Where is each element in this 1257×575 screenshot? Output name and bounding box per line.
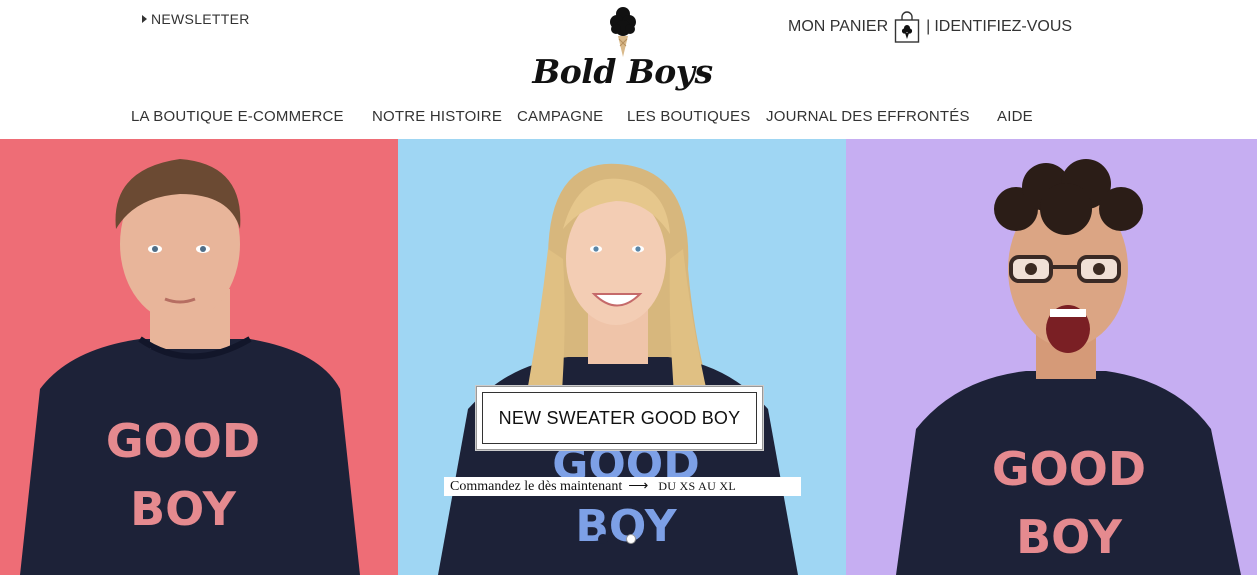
brand-logo[interactable]: Bold Boys <box>530 0 715 100</box>
svg-text:GOOD: GOOD <box>106 414 260 468</box>
nav-item-journal[interactable]: JOURNAL DES EFFRONTÉS <box>766 108 970 125</box>
svg-text:BOY: BOY <box>130 482 237 536</box>
newsletter-label: NEWSLETTER <box>151 11 250 27</box>
sizes-text: DU XS AU XL <box>658 479 736 493</box>
main-nav: LA BOUTIQUE E-COMMERCE NOTRE HISTOIRE CA… <box>0 108 1257 128</box>
carousel-dot[interactable] <box>598 534 608 544</box>
order-text: Commandez le dès maintenant <box>450 478 623 494</box>
nav-item-boutique-ecommerce[interactable]: LA BOUTIQUE E-COMMERCE <box>131 108 344 125</box>
nav-item-les-boutiques[interactable]: LES BOUTIQUES <box>627 108 750 125</box>
hero-banner[interactable]: GOOD BOY GOOD BOY GOOD BOY NEW SWEATER G… <box>0 139 1257 575</box>
svg-text:BOY: BOY <box>1016 510 1123 564</box>
carousel-dots <box>598 534 636 544</box>
newsletter-link[interactable]: NEWSLETTER <box>142 11 250 27</box>
caret-right-icon <box>142 15 147 23</box>
account-bar: MON PANIER | IDENTIFIEZ-VOUS <box>788 9 1072 45</box>
model-photo-glasses-man: GOOD BOY <box>846 139 1257 575</box>
ice-cream-cone-icon <box>610 7 636 57</box>
hero-panel-purple: GOOD BOY <box>846 139 1257 575</box>
shopping-bag-icon[interactable] <box>894 11 920 43</box>
svg-text:BOY: BOY <box>575 501 677 552</box>
order-now-link[interactable]: Commandez le dès maintenant ⟶ DU XS AU X… <box>444 477 801 496</box>
nav-item-aide[interactable]: AIDE <box>997 108 1033 125</box>
arrow-right-icon: ⟶ <box>628 479 649 494</box>
carousel-dot[interactable] <box>626 534 636 544</box>
hero-panel-red: GOOD BOY <box>0 139 398 575</box>
cta-title[interactable]: NEW SWEATER GOOD BOY <box>482 392 757 444</box>
model-photo-woman: GOOD BOY <box>398 139 846 575</box>
nav-item-campagne[interactable]: CAMPAGNE <box>517 108 603 125</box>
cta-box[interactable]: NEW SWEATER GOOD BOY <box>476 386 763 450</box>
account-separator: | <box>926 18 931 35</box>
hero-panel-blue: GOOD BOY <box>398 139 846 575</box>
nav-item-notre-histoire[interactable]: NOTRE HISTOIRE <box>372 108 502 125</box>
login-link[interactable]: IDENTIFIEZ-VOUS <box>934 18 1072 36</box>
cart-link[interactable]: MON PANIER <box>788 18 888 36</box>
logo-wordmark: Bold Boys <box>532 52 713 91</box>
svg-text:GOOD: GOOD <box>992 442 1146 496</box>
model-photo-man: GOOD BOY <box>0 139 398 575</box>
